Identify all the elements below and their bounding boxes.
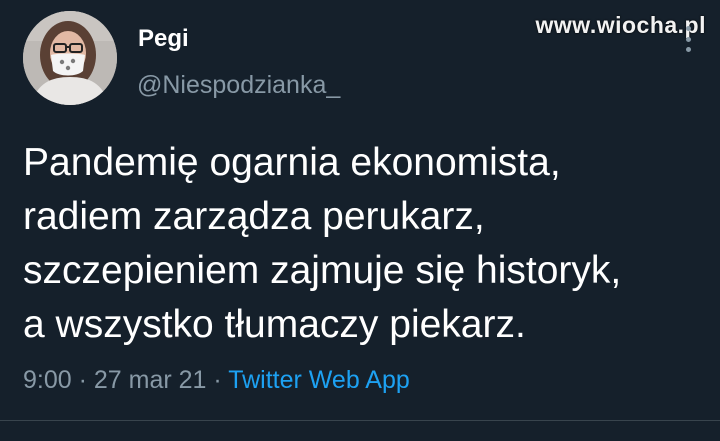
more-vertical-icon[interactable]: [686, 26, 692, 52]
dot: [686, 36, 691, 42]
tweet-meta: 9:00 · 27 mar 21 · Twitter Web App: [23, 364, 410, 396]
avatar-photo: [23, 11, 117, 105]
tweet-source-link[interactable]: Twitter Web App: [228, 366, 410, 394]
dot: [686, 47, 691, 52]
watermark: www.wiocha.pl: [535, 12, 706, 38]
meta-separator: ·: [206, 366, 229, 394]
tweet: Pegi @Niespodzianka_ www.wiocha.pl Pande…: [0, 0, 720, 441]
tweet-text: Pandemię ogarnia ekonomista, radiem zarz…: [23, 136, 703, 352]
avatar[interactable]: [23, 11, 117, 105]
user-handle[interactable]: @Niespodzianka_: [137, 69, 340, 101]
display-name[interactable]: Pegi: [138, 24, 189, 54]
tweet-text-line: a wszystko tłumaczy piekarz.: [23, 303, 526, 346]
dot: [686, 26, 691, 31]
tweet-text-line: Pandemię ogarnia ekonomista,: [23, 141, 561, 184]
meta-separator: ·: [71, 366, 94, 394]
tweet-text-line: szczepieniem zajmuje się historyk,: [23, 249, 622, 292]
tweet-text-line: radiem zarządza perukarz,: [23, 195, 485, 238]
tweet-time[interactable]: 9:00: [23, 366, 72, 394]
tweet-date[interactable]: 27 mar 21: [94, 366, 207, 394]
divider: [0, 420, 720, 421]
